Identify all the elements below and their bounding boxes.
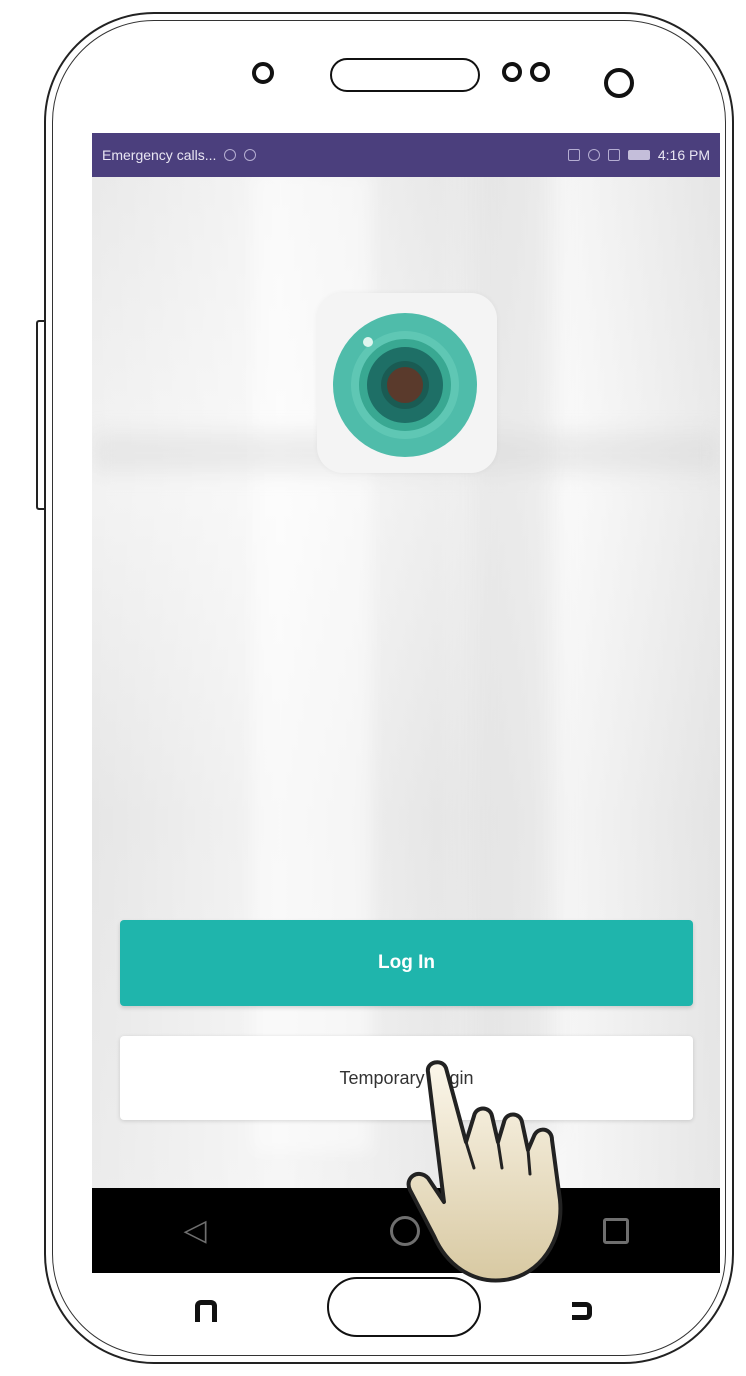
battery-icon [627,150,650,160]
login-button[interactable]: Log In [120,920,693,1006]
alarm-icon [244,149,257,161]
vibrate-icon [567,149,580,161]
earpiece-speaker [330,58,480,92]
sync-icon [224,149,237,161]
status-time: 4:16 PM [657,147,710,163]
front-camera-icon [604,68,634,98]
status-bar: Emergency calls... 4:16 PM [92,133,720,177]
square-recent-icon[interactable] [602,1217,629,1244]
hand-pointer-icon [406,1060,563,1283]
front-sensor-icon [252,62,274,84]
carrier-text: Emergency calls... [102,147,217,163]
wifi-icon [587,149,600,161]
hardware-back-icon[interactable] [195,1300,217,1322]
triangle-back-icon[interactable]: ◁ [183,1215,206,1246]
hardware-menu-icon[interactable] [572,1302,592,1320]
camera-lens-icon [317,293,497,473]
phone-side-button [36,320,44,510]
sensor-dot-left-icon [502,62,522,82]
sim-icon [607,149,620,161]
sensor-dot-right-icon [530,62,550,82]
